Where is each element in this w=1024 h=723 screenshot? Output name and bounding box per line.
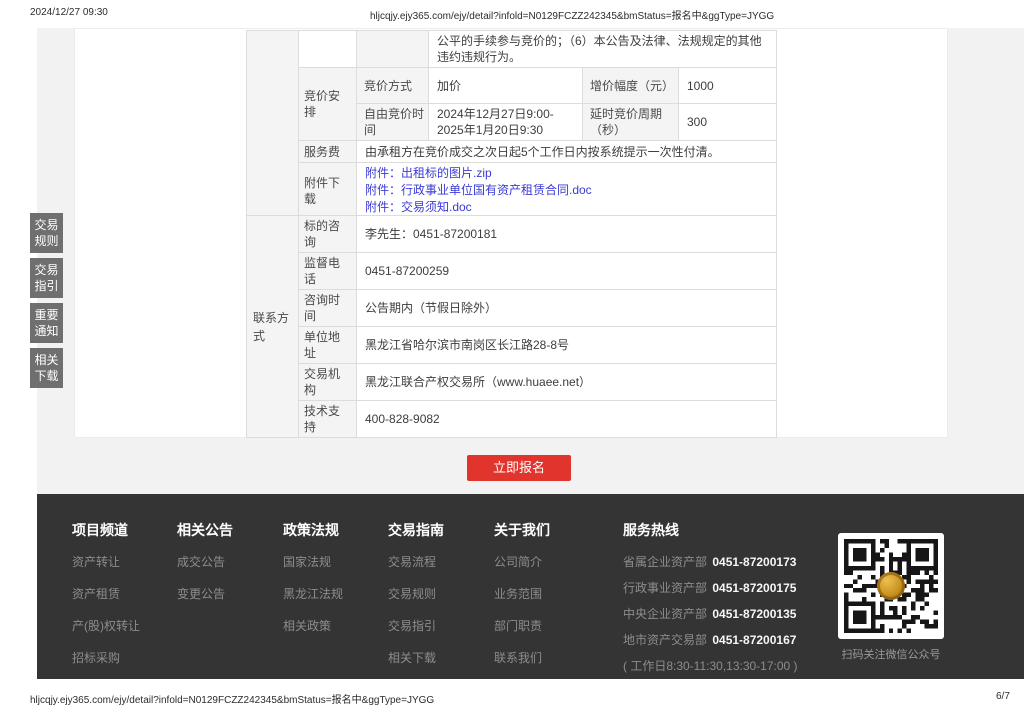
footer-col-title: 相关公告 xyxy=(177,520,233,540)
print-datetime: 2024/12/27 09:30 xyxy=(30,7,108,18)
increment-label: 增价幅度（元） xyxy=(583,68,679,104)
attachment-link-contract[interactable]: 附件：行政事业单位国有资产租赁合同.doc xyxy=(365,182,768,199)
hotline-label: 地市资产交易部 xyxy=(623,631,709,648)
increment-value: 1000 xyxy=(679,68,777,104)
tech-support-label: 技术支持 xyxy=(299,401,357,438)
address-label: 单位地址 xyxy=(299,327,357,364)
hotline-label: 中央企业资产部 xyxy=(623,605,709,622)
free-bidding-time-label: 自由竞价时间 xyxy=(357,104,429,141)
footer-link[interactable]: 资产转让 xyxy=(72,553,140,570)
bidding-method-label: 竞价方式 xyxy=(357,68,429,104)
hotline-phone: 0451-87200173 xyxy=(712,555,796,569)
footer-link[interactable]: 招标采购 xyxy=(72,649,140,666)
footer-col-title: 政策法规 xyxy=(283,520,343,540)
footer-link[interactable]: 相关下载 xyxy=(388,649,444,666)
footer-link[interactable]: 公司简介 xyxy=(494,553,550,570)
contact-table: 联系方式 标的咨询 李先生：0451-87200181 监督电话 0451-87… xyxy=(246,215,777,438)
auction-detail-table: 公平的手续参与竞价的；（6）本公告及法律、法规规定的其他违约违规行为。 竞价安排… xyxy=(246,30,777,219)
label-cell-empty xyxy=(299,31,357,68)
signup-now-button[interactable]: 立即报名 xyxy=(467,455,571,481)
service-fee-value: 由承租方在竞价成交之次日起5个工作日内按系统提示一次性付清。 xyxy=(357,141,777,163)
footer-col-title: 项目频道 xyxy=(72,520,140,540)
footer-link[interactable]: 黑龙江法规 xyxy=(283,585,343,602)
free-bidding-time-value: 2024年12月27日9:00-2025年1月20日9:30 xyxy=(429,104,583,141)
consult-time-value: 公告期内（节假日除外） xyxy=(357,290,777,327)
institution-value: 黑龙江联合产权交易所（www.huaee.net） xyxy=(357,364,777,401)
hotline-hours: ( 工作日8:30-11:30,13:30-17:00 ) xyxy=(623,657,848,674)
supervision-phone-value: 0451-87200259 xyxy=(357,253,777,290)
footer-link[interactable]: 交易规则 xyxy=(388,585,444,602)
side-tab-trade-guide[interactable]: 交易指引 xyxy=(30,258,63,298)
address-value: 黑龙江省哈尔滨市南岗区长江路28-8号 xyxy=(357,327,777,364)
contact-group-label: 联系方式 xyxy=(247,216,299,438)
institution-label: 交易机构 xyxy=(299,364,357,401)
wechat-qr-block: 扫码关注微信公众号 xyxy=(838,533,944,662)
group-cell-empty xyxy=(247,31,299,219)
hotline-row: 地市资产交易部 0451-87200167 xyxy=(623,631,848,648)
print-page-number: 6/7 xyxy=(996,691,1010,702)
footer-link[interactable]: 产(股)权转让 xyxy=(72,617,140,634)
footer-link[interactable]: 相关政策 xyxy=(283,617,343,634)
footer-link[interactable]: 国家法规 xyxy=(283,553,343,570)
attachment-link-notice[interactable]: 附件：交易须知.doc xyxy=(365,199,768,216)
hotline-row: 省属企业资产部 0451-87200173 xyxy=(623,553,848,570)
subject-consult-value: 李先生：0451-87200181 xyxy=(357,216,777,253)
hotline-label: 省属企业资产部 xyxy=(623,553,709,570)
footer-link[interactable]: 变更公告 xyxy=(177,585,233,602)
footer-hotline: 服务热线 省属企业资产部 0451-87200173 行政事业资产部 0451-… xyxy=(623,520,848,674)
bidding-arrangement-label: 竞价安排 xyxy=(299,68,357,141)
footer-col-title: 关于我们 xyxy=(494,520,550,540)
hotline-phone: 0451-87200167 xyxy=(712,633,796,647)
supervision-phone-label: 监督电话 xyxy=(299,253,357,290)
overflow-text-cell: 公平的手续参与竞价的；（6）本公告及法律、法规规定的其他违约违规行为。 xyxy=(429,31,777,68)
consult-time-label: 咨询时间 xyxy=(299,290,357,327)
footer-link[interactable]: 业务范围 xyxy=(494,585,550,602)
footer-link[interactable]: 交易流程 xyxy=(388,553,444,570)
bidding-method-value: 加价 xyxy=(429,68,583,104)
footer-col-trade-guide: 交易指南 交易流程 交易规则 交易指引 相关下载 xyxy=(388,520,444,681)
overtime-cycle-value: 300 xyxy=(679,104,777,141)
attachment-link-images[interactable]: 附件：出租标的图片.zip xyxy=(365,165,768,182)
qr-center-logo-icon xyxy=(877,572,905,600)
footer-link[interactable]: 交易指引 xyxy=(388,617,444,634)
service-fee-label: 服务费 xyxy=(299,141,357,163)
overtime-cycle-label: 延时竞价周期（秒） xyxy=(583,104,679,141)
hotline-phone: 0451-87200175 xyxy=(712,581,796,595)
side-tab-trade-rules[interactable]: 交易规则 xyxy=(30,213,63,253)
qr-caption: 扫码关注微信公众号 xyxy=(838,646,944,662)
hotline-row: 中央企业资产部 0451-87200135 xyxy=(623,605,848,622)
footer-col-announcements: 相关公告 成交公告 变更公告 xyxy=(177,520,233,617)
attachments-cell: 附件：出租标的图片.zip 附件：行政事业单位国有资产租赁合同.doc 附件：交… xyxy=(357,163,777,219)
print-url-footer: hljcqjy.ejy365.com/ejy/detail?infold=N01… xyxy=(30,691,434,706)
print-url-header: hljcqjy.ejy365.com/ejy/detail?infold=N01… xyxy=(370,7,774,22)
footer-link[interactable]: 资产租赁 xyxy=(72,585,140,602)
attachments-label: 附件下载 xyxy=(299,163,357,219)
footer-col-about-us: 关于我们 公司简介 业务范围 部门职责 联系我们 xyxy=(494,520,550,681)
hotline-label: 行政事业资产部 xyxy=(623,579,709,596)
side-tab-important-notice[interactable]: 重要通知 xyxy=(30,303,63,343)
sublabel-cell-empty xyxy=(357,31,429,68)
hotline-title: 服务热线 xyxy=(623,520,848,540)
hotline-row: 行政事业资产部 0451-87200175 xyxy=(623,579,848,596)
print-page: 2024/12/27 09:30 hljcqjy.ejy365.com/ejy/… xyxy=(0,0,1024,723)
footer-link[interactable]: 部门职责 xyxy=(494,617,550,634)
site-footer: 项目频道 资产转让 资产租赁 产(股)权转让 招标采购 相关公告 成交公告 变更… xyxy=(37,494,1024,679)
qr-code xyxy=(838,533,944,639)
footer-link[interactable]: 成交公告 xyxy=(177,553,233,570)
footer-col-project-channels: 项目频道 资产转让 资产租赁 产(股)权转让 招标采购 xyxy=(72,520,140,681)
footer-link[interactable]: 联系我们 xyxy=(494,649,550,666)
footer-col-title: 交易指南 xyxy=(388,520,444,540)
footer-col-policies: 政策法规 国家法规 黑龙江法规 相关政策 xyxy=(283,520,343,649)
side-tab-related-downloads[interactable]: 相关下载 xyxy=(30,348,63,388)
hotline-phone: 0451-87200135 xyxy=(712,607,796,621)
tech-support-value: 400-828-9082 xyxy=(357,401,777,438)
subject-consult-label: 标的咨询 xyxy=(299,216,357,253)
